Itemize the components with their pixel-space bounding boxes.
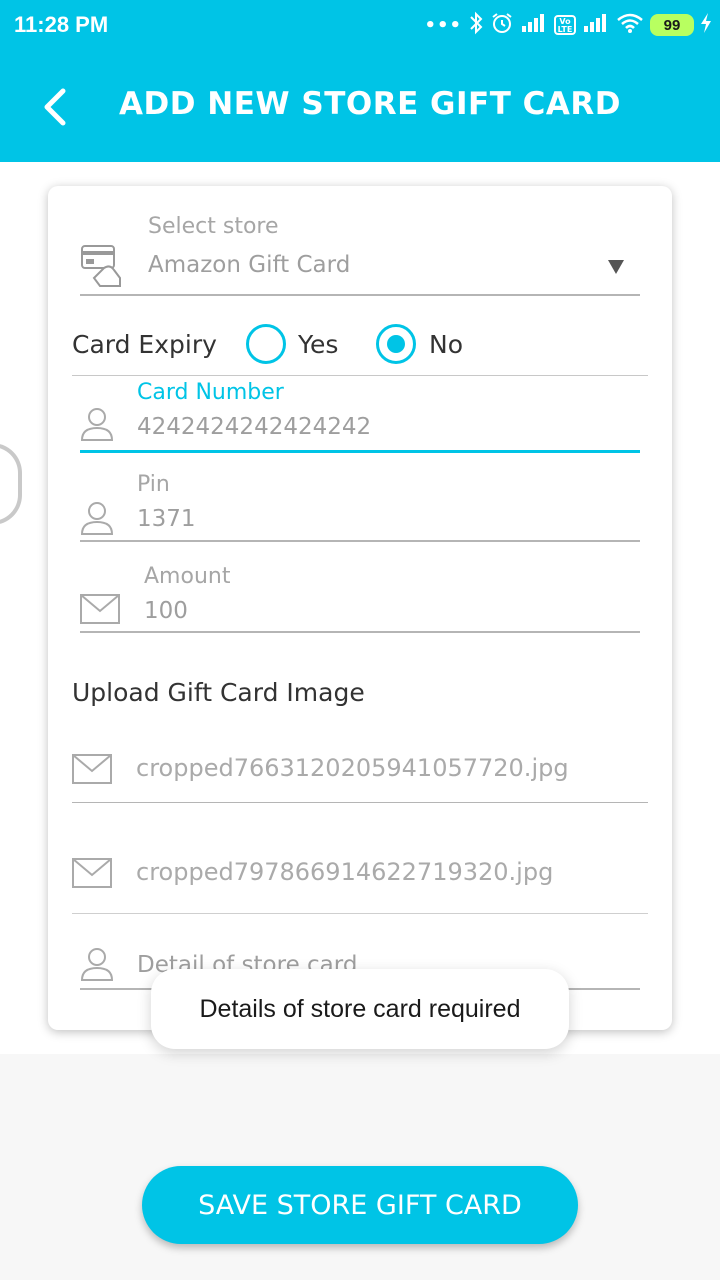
alarm-icon <box>490 11 514 40</box>
signal-icon-2 <box>582 12 610 39</box>
pin-field[interactable]: Pin 1371 <box>80 468 640 542</box>
amount-underline <box>80 631 640 633</box>
amount-input[interactable]: 100 <box>144 598 188 624</box>
status-time: 11:28 PM <box>14 12 109 37</box>
amount-label: Amount <box>144 564 231 589</box>
expiry-yes-label[interactable]: Yes <box>298 330 338 359</box>
envelope-icon <box>72 754 112 788</box>
store-select[interactable]: Select store Amazon Gift Card <box>80 206 640 296</box>
card-number-input[interactable]: 4242424242424242 <box>137 414 371 440</box>
credit-card-hand-icon <box>80 242 126 292</box>
card-number-underline <box>80 450 640 453</box>
save-gift-card-button[interactable]: SAVE STORE GIFT CARD <box>142 1166 578 1244</box>
person-icon <box>80 500 114 540</box>
wifi-icon <box>616 12 644 39</box>
upload-section-title: Upload Gift Card Image <box>72 678 365 707</box>
store-select-underline <box>80 294 640 296</box>
person-icon <box>80 406 114 446</box>
validation-toast: Details of store card required <box>151 969 569 1049</box>
dropdown-arrow-icon <box>608 260 624 274</box>
status-bar: 11:28 PM ••• Vo LTE 99 <box>0 0 720 52</box>
envelope-icon <box>80 594 120 628</box>
card-expiry-label: Card Expiry <box>72 330 217 359</box>
signal-icon <box>520 12 548 39</box>
expiry-yes-radio[interactable] <box>246 324 286 364</box>
pin-underline <box>80 540 640 542</box>
person-icon <box>80 946 114 986</box>
store-select-label: Select store <box>148 214 279 239</box>
file-1-underline <box>72 802 648 803</box>
uploaded-file-name: cropped7663120205941057720.jpg <box>136 754 569 782</box>
uploaded-file-2[interactable]: cropped797866914622719320.jpg <box>72 846 648 906</box>
bluetooth-icon <box>468 11 484 40</box>
more-notifications-icon: ••• <box>424 14 462 36</box>
status-icons: ••• Vo LTE 99 <box>424 10 712 40</box>
charging-icon <box>700 12 712 39</box>
gift-card-form: Select store Amazon Gift Card Card Expir… <box>48 186 672 1030</box>
pin-label: Pin <box>137 472 170 497</box>
card-number-field[interactable]: Card Number 4242424242424242 <box>80 378 640 452</box>
battery-icon: 99 <box>650 14 694 36</box>
page-title: ADD NEW STORE GIFT CARD <box>119 86 621 122</box>
card-number-label: Card Number <box>137 380 284 405</box>
uploaded-file-name: cropped797866914622719320.jpg <box>136 858 554 886</box>
envelope-icon <box>72 858 112 892</box>
amount-field[interactable]: Amount 100 <box>80 560 640 632</box>
expiry-divider <box>72 375 648 376</box>
radio-selected-dot <box>387 335 405 353</box>
uploaded-file-1[interactable]: cropped7663120205941057720.jpg <box>72 742 648 802</box>
store-select-value: Amazon Gift Card <box>148 252 351 278</box>
app-bar: ADD NEW STORE GIFT CARD <box>0 52 720 162</box>
pin-input[interactable]: 1371 <box>137 506 196 532</box>
expiry-no-label[interactable]: No <box>429 330 463 359</box>
expiry-no-radio[interactable] <box>376 324 416 364</box>
volte-icon: Vo LTE <box>554 15 576 35</box>
file-2-underline <box>72 913 648 914</box>
